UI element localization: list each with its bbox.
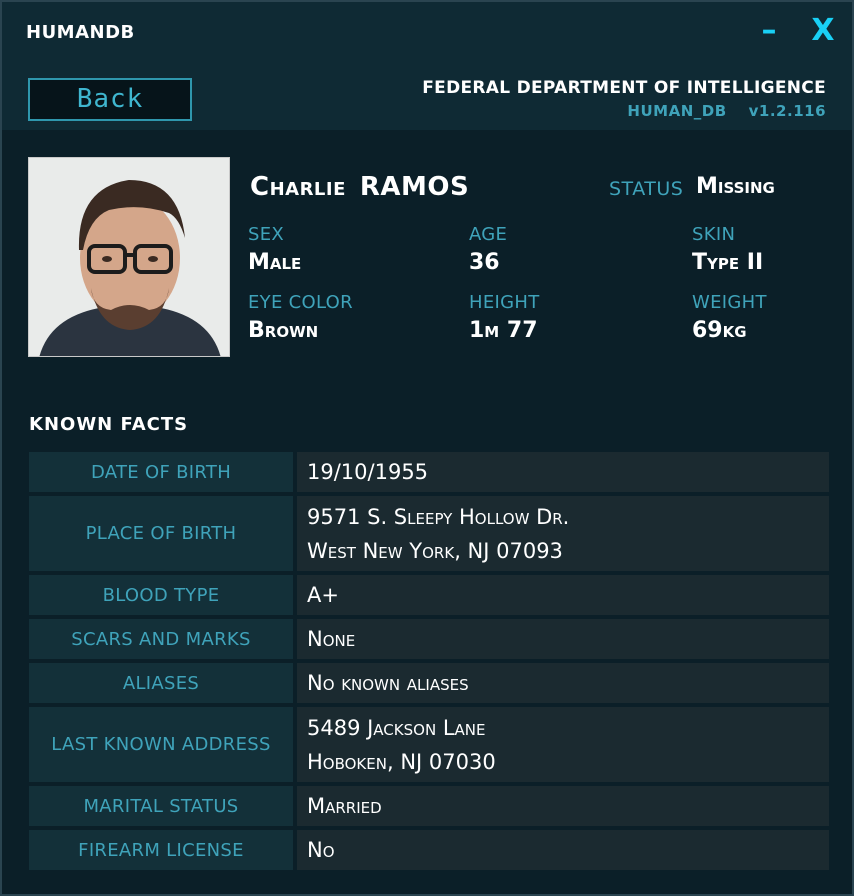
- eye-color-label: EYE COLOR: [248, 292, 353, 313]
- age-label: AGE: [469, 224, 508, 245]
- fact-row-firearm-license: FIREARM LICENSE No: [29, 830, 829, 870]
- height-value: 1m 77: [469, 318, 538, 343]
- age-value: 36: [469, 250, 500, 275]
- fact-value: A+: [297, 575, 829, 615]
- fact-value-line: West New York, NJ 07093: [307, 538, 563, 563]
- weight-value: 69kg: [692, 318, 747, 343]
- sex-value: Male: [248, 250, 302, 275]
- fact-value-line: No known aliases: [307, 671, 469, 695]
- fact-label: PLACE OF BIRTH: [29, 496, 293, 571]
- fact-row-marital-status: MARITAL STATUS Married: [29, 786, 829, 826]
- skin-value: Type II: [692, 250, 764, 275]
- fact-label: LAST KNOWN ADDRESS: [29, 707, 293, 782]
- fact-row-blood-type: BLOOD TYPE A+: [29, 575, 829, 615]
- fact-value: 5489 Jackson Lane Hoboken, NJ 07030: [297, 707, 829, 782]
- db-version-line: HUMAN_DB v1.2.116: [627, 102, 826, 120]
- version-label: v1.2.116: [748, 102, 826, 120]
- fact-label: BLOOD TYPE: [29, 575, 293, 615]
- fact-value: None: [297, 619, 829, 659]
- fact-value: No: [297, 830, 829, 870]
- fact-label: MARITAL STATUS: [29, 786, 293, 826]
- fact-row-date-of-birth: DATE OF BIRTH 19/10/1955: [29, 452, 829, 492]
- fact-row-aliases: ALIASES No known aliases: [29, 663, 829, 703]
- eye-color-value: Brown: [248, 318, 319, 343]
- fact-label: SCARS AND MARKS: [29, 619, 293, 659]
- fact-value: No known aliases: [297, 663, 829, 703]
- header: Back FEDERAL DEPARTMENT OF INTELLIGENCE …: [2, 64, 852, 130]
- person-portrait-icon: [29, 158, 229, 356]
- known-facts-title: KNOWN FACTS: [29, 414, 189, 435]
- subject-name: Charlie RAMOS: [250, 172, 469, 202]
- fact-value-line: Hoboken, NJ 07030: [307, 749, 496, 774]
- fact-value-line: 5489 Jackson Lane: [307, 715, 486, 740]
- status-value: Missing: [696, 174, 775, 199]
- fact-value-line: Married: [307, 794, 382, 818]
- fact-row-place-of-birth: PLACE OF BIRTH 9571 S. Sleepy Hollow Dr.…: [29, 496, 829, 571]
- sex-label: SEX: [248, 224, 285, 245]
- height-label: HEIGHT: [469, 292, 540, 313]
- fact-row-last-known-address: LAST KNOWN ADDRESS 5489 Jackson Lane Hob…: [29, 707, 829, 782]
- status-label: STATUS: [609, 178, 684, 200]
- fact-value-line: No: [307, 838, 335, 862]
- fact-value-line: 19/10/1955: [307, 460, 429, 484]
- title-bar: HUMANDB – X: [2, 2, 852, 64]
- minimize-button[interactable]: –: [752, 12, 786, 50]
- last-name: RAMOS: [359, 172, 470, 202]
- fact-value-line: None: [307, 627, 356, 651]
- fact-value: 19/10/1955: [297, 452, 829, 492]
- fact-label: DATE OF BIRTH: [29, 452, 293, 492]
- humandb-window: HUMANDB – X Back FEDERAL DEPARTMENT OF I…: [0, 0, 854, 896]
- fact-value-line: A+: [307, 583, 339, 607]
- fact-row-scars-and-marks: SCARS AND MARKS None: [29, 619, 829, 659]
- first-name: Charlie: [250, 172, 346, 202]
- fact-value-line: 9571 S. Sleepy Hollow Dr.: [307, 504, 570, 529]
- app-title: HUMANDB: [26, 22, 135, 43]
- fact-label: ALIASES: [29, 663, 293, 703]
- back-button[interactable]: Back: [28, 78, 192, 121]
- org-name: FEDERAL DEPARTMENT OF INTELLIGENCE: [422, 78, 826, 98]
- fact-value: 9571 S. Sleepy Hollow Dr. West New York,…: [297, 496, 829, 571]
- close-button[interactable]: X: [806, 12, 840, 50]
- profile-photo: [28, 157, 230, 357]
- fact-label: FIREARM LICENSE: [29, 830, 293, 870]
- db-name: HUMAN_DB: [627, 102, 727, 120]
- fact-value: Married: [297, 786, 829, 826]
- skin-label: SKIN: [692, 224, 736, 245]
- weight-label: WEIGHT: [692, 292, 767, 313]
